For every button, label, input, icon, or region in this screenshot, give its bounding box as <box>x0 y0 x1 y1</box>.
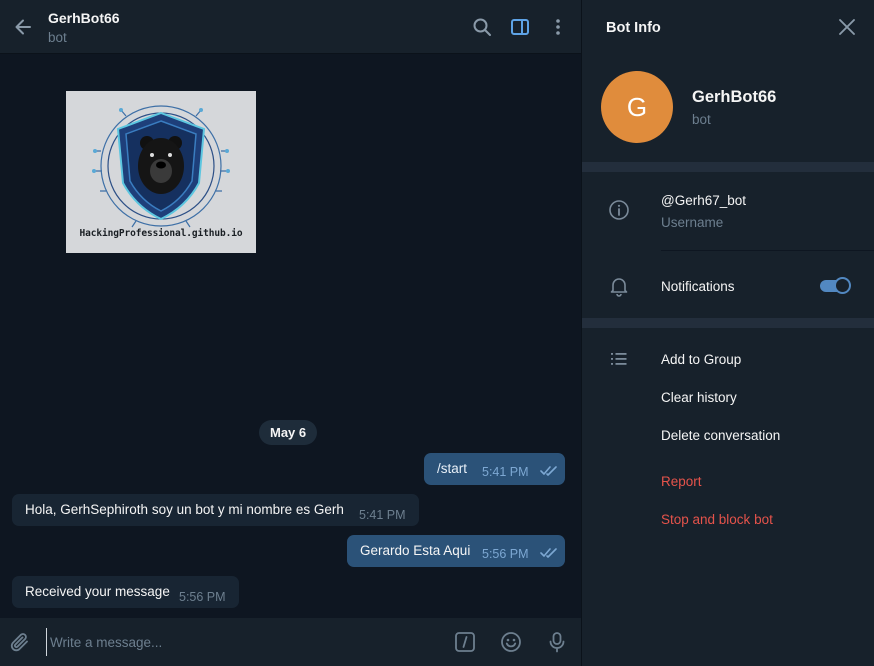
stop-and-block-button[interactable]: Stop and block bot <box>661 512 773 527</box>
chat-status: bot <box>48 30 67 45</box>
message-bubble-incoming[interactable]: Hola, GerhSephiroth soy un bot y mi nomb… <box>12 494 419 526</box>
microphone-icon[interactable] <box>545 630 569 654</box>
message-composer <box>0 618 581 666</box>
message-text: Gerardo Esta Aqui <box>360 543 471 558</box>
message-bubble-outgoing[interactable]: Gerardo Esta Aqui 5:56 PM <box>347 535 565 567</box>
avatar[interactable]: G <box>601 71 673 143</box>
side-panel-icon[interactable] <box>508 15 532 39</box>
report-button[interactable]: Report <box>661 474 702 489</box>
message-input[interactable] <box>46 628 436 656</box>
delete-conversation-button[interactable]: Delete conversation <box>661 428 780 443</box>
emoji-icon[interactable] <box>499 630 523 654</box>
panel-title: Bot Info <box>606 20 661 36</box>
more-vertical-icon[interactable] <box>546 15 570 39</box>
notifications-label: Notifications <box>661 279 735 294</box>
message-time: 5:56 PM <box>179 590 226 604</box>
slash-command-icon[interactable] <box>453 630 477 654</box>
date-separator: May 6 <box>259 420 318 445</box>
message-bubble-incoming[interactable]: Received your message 5:56 PM <box>12 576 239 608</box>
notifications-toggle[interactable] <box>820 277 851 294</box>
double-check-icon <box>540 466 557 476</box>
row-divider <box>661 250 874 251</box>
chat-title[interactable]: GerhBot66 <box>48 10 120 26</box>
chat-area: GerhBot66 bot HackingProfessional.github… <box>0 0 581 666</box>
back-arrow-icon[interactable] <box>10 14 36 40</box>
username-label: Username <box>661 215 724 230</box>
paperclip-icon[interactable] <box>8 630 32 654</box>
chat-header: GerhBot66 bot <box>0 0 581 54</box>
message-time: 5:41 PM <box>359 508 406 522</box>
section-divider <box>582 318 874 328</box>
image-caption: HackingProfessional.github.io <box>79 228 243 239</box>
search-icon[interactable] <box>470 15 494 39</box>
close-icon[interactable] <box>836 16 858 38</box>
info-icon <box>609 200 629 220</box>
double-check-icon <box>540 548 557 558</box>
bell-icon <box>610 278 628 297</box>
message-text: Hola, GerhSephiroth soy un bot y mi nomb… <box>25 502 344 517</box>
username-value[interactable]: @Gerh67_bot <box>661 193 746 208</box>
clear-history-button[interactable]: Clear history <box>661 390 737 405</box>
bot-logo-image[interactable]: HackingProfessional.github.io <box>66 91 256 253</box>
bot-info-panel: Bot Info G GerhBot66 bot @Gerh67_bot Use… <box>581 0 874 666</box>
message-time: 5:41 PM <box>482 465 529 479</box>
profile-status: bot <box>692 112 711 127</box>
section-divider <box>582 162 874 172</box>
message-bubble-outgoing[interactable]: /start 5:41 PM <box>424 453 565 485</box>
message-time: 5:56 PM <box>482 547 529 561</box>
list-icon <box>611 353 627 365</box>
message-list[interactable]: HackingProfessional.github.io May 6 /sta… <box>0 55 581 618</box>
message-text: Received your message <box>25 584 170 599</box>
message-text: /start <box>437 461 468 476</box>
profile-name: GerhBot66 <box>692 88 777 106</box>
toggle-knob <box>834 277 851 294</box>
add-to-group-button[interactable]: Add to Group <box>661 352 741 367</box>
